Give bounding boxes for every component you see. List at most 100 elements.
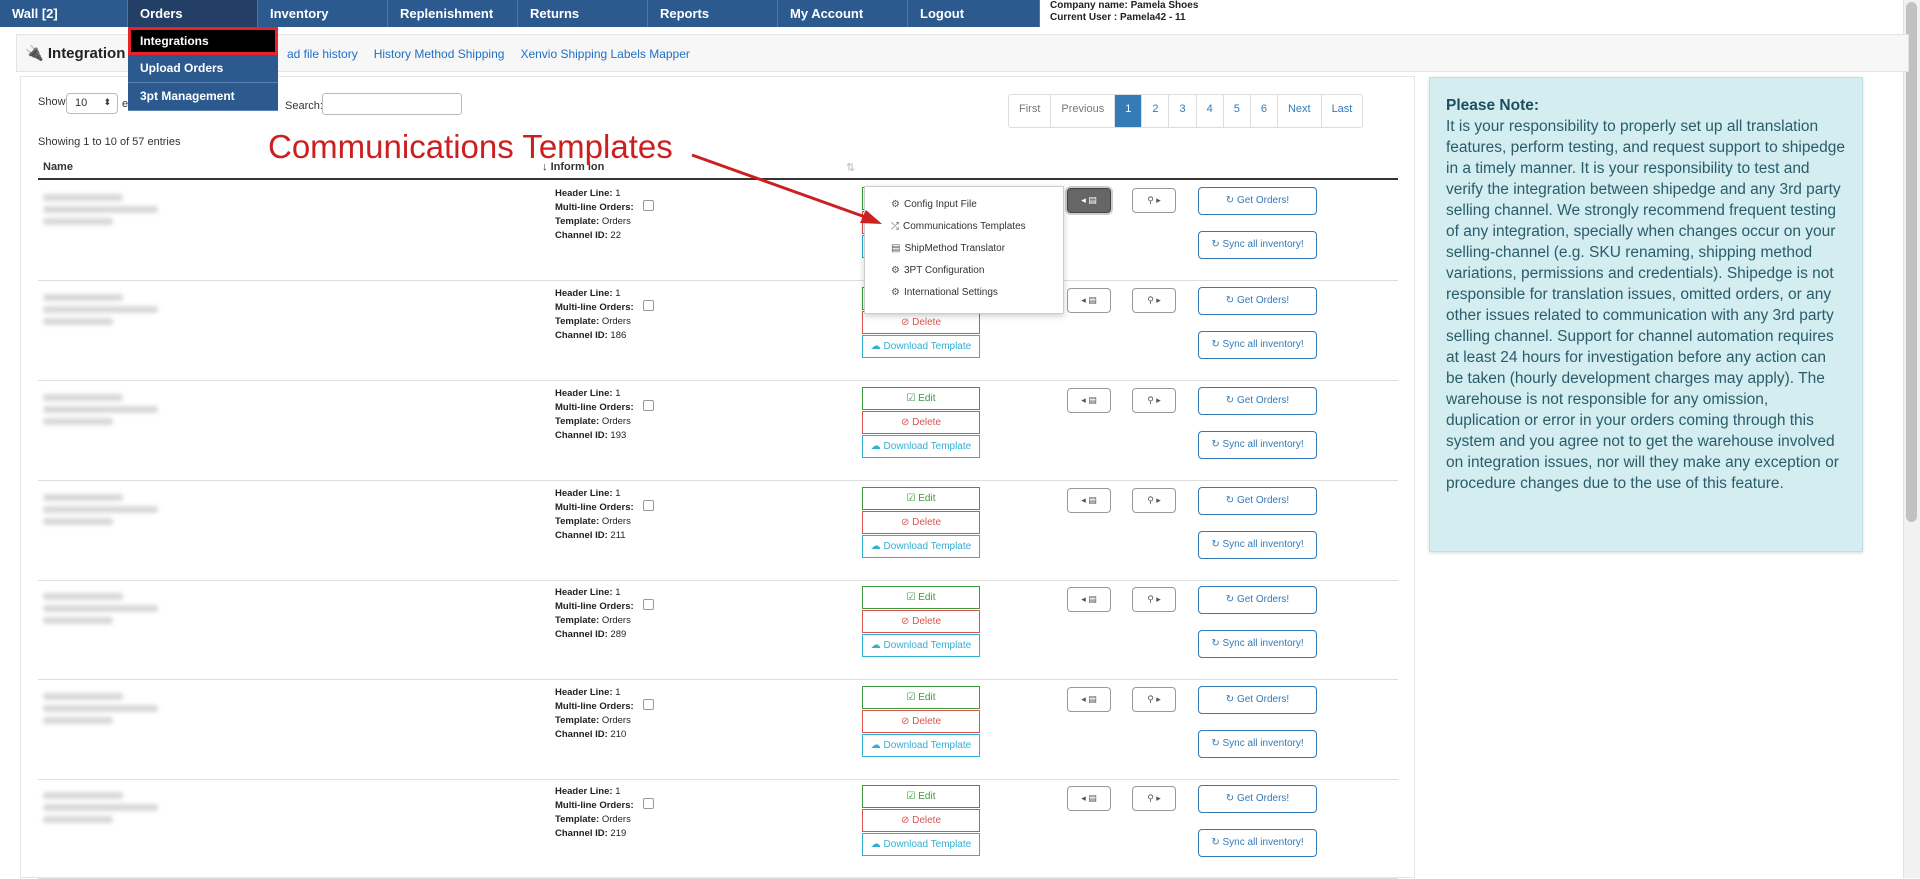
nav-returns[interactable]: Returns [518,0,648,27]
download-template-button[interactable]: ☁ Download Template [862,833,980,856]
sync-inventory-button[interactable]: ↻ Sync all inventory! [1198,829,1317,857]
link-history-method-shipping[interactable]: History Method Shipping [374,47,505,61]
nav-wall[interactable]: Wall [2] [0,0,128,27]
download-template-button[interactable]: ☁ Download Template [862,734,980,757]
company-info: Company name: Pamela Shoes Current User … [1050,0,1198,24]
show-label: Show [38,96,66,108]
delete-button[interactable]: ⊘ Delete [862,511,980,534]
download-template-button[interactable]: ☁ Download Template [862,435,980,458]
multi-line-checkbox[interactable] [643,200,654,211]
menu-item-upload-orders[interactable]: Upload Orders [128,55,278,83]
link-xenvio-shipping-labels-mapper[interactable]: Xenvio Shipping Labels Mapper [520,47,689,61]
column-name[interactable]: Name [43,161,73,173]
page-first[interactable]: First [1009,95,1052,127]
nav-my-account[interactable]: My Account [778,0,908,27]
edit-button[interactable]: ☑ Edit [862,686,980,709]
options-menu-button[interactable]: ◂ ▤ [1067,288,1111,313]
table-row: Header Line: 1 Multi-line Orders: Templa… [38,181,1398,281]
nav-reports[interactable]: Reports [648,0,778,27]
sync-inventory-button[interactable]: ↻ Sync all inventory! [1198,730,1317,758]
options-menu-button[interactable]: ◂ ▤ [1067,488,1111,513]
sync-inventory-button[interactable]: ↻ Sync all inventory! [1198,231,1317,259]
page-length-select[interactable]: 10 ⬍ [66,93,118,114]
edit-button[interactable]: ☑ Edit [862,487,980,510]
page-2[interactable]: 2 [1142,95,1170,127]
options-menu-button[interactable]: ◂ ▤ [1067,687,1111,712]
menu-config-input-file[interactable]: ⚙ Config Input File [865,195,1063,217]
menu-item-integrations[interactable]: Integrations [128,27,278,55]
delete-button[interactable]: ⊘ Delete [862,710,980,733]
page-previous[interactable]: Previous [1051,95,1116,127]
options-menu-button[interactable]: ◂ ▤ [1067,786,1111,811]
options-menu-button[interactable]: ◂ ▤ [1067,188,1111,213]
sync-inventory-button[interactable]: ↻ Sync all inventory! [1198,630,1317,658]
page-5[interactable]: 5 [1224,95,1251,127]
get-orders-button[interactable]: ↻ Get Orders! [1198,287,1317,315]
delete-button[interactable]: ⊘ Delete [862,311,980,334]
page-4[interactable]: 4 [1197,95,1224,127]
document-icon: ▤ [891,243,901,254]
nav-logout[interactable]: Logout [908,0,1040,27]
page-6[interactable]: 6 [1251,95,1278,127]
current-user: Current User : Pamela42 - 11 [1050,12,1186,23]
tools-menu-button[interactable]: ⚲ ▸ [1132,687,1176,712]
page-title: 🔌 Integration [25,45,126,62]
sync-inventory-button[interactable]: ↻ Sync all inventory! [1198,431,1317,459]
tools-menu-button[interactable]: ⚲ ▸ [1132,488,1176,513]
table-row: Header Line: 1 Multi-line Orders: Templa… [38,481,1398,581]
delete-button[interactable]: ⊘ Delete [862,411,980,434]
nav-orders[interactable]: Orders [128,0,258,27]
multi-line-checkbox[interactable] [643,798,654,809]
multi-line-checkbox[interactable] [643,699,654,710]
tools-menu-button[interactable]: ⚲ ▸ [1132,388,1176,413]
get-orders-button[interactable]: ↻ Get Orders! [1198,487,1317,515]
download-template-button[interactable]: ☁ Download Template [862,634,980,657]
download-template-button[interactable]: ☁ Download Template [862,535,980,558]
sort-icon[interactable]: ⇅ [846,161,855,174]
multi-line-checkbox[interactable] [643,599,654,610]
menu-international-settings[interactable]: ⚙ International Settings [865,283,1063,305]
menu-communications-templates[interactable]: ⤮ Communications Templates [865,217,1063,239]
table-row: Header Line: 1 Multi-line Orders: Templa… [38,779,1398,879]
page-3[interactable]: 3 [1169,95,1197,127]
page-next[interactable]: Next [1278,95,1322,127]
nav-inventory[interactable]: Inventory [258,0,388,27]
page-1[interactable]: 1 [1115,95,1143,127]
multi-line-checkbox[interactable] [643,300,654,311]
gear-icon: ⚙ [891,287,900,298]
multi-line-checkbox[interactable] [643,400,654,411]
edit-button[interactable]: ☑ Edit [862,586,980,609]
options-menu-button[interactable]: ◂ ▤ [1067,587,1111,612]
menu-item-3pt-management[interactable]: 3pt Management [128,83,278,111]
sync-inventory-button[interactable]: ↻ Sync all inventory! [1198,531,1317,559]
sync-inventory-button[interactable]: ↻ Sync all inventory! [1198,331,1317,359]
tools-menu-button[interactable]: ⚲ ▸ [1132,587,1176,612]
table-row: Header Line: 1 Multi-line Orders: Templa… [38,281,1398,381]
get-orders-button[interactable]: ↻ Get Orders! [1198,387,1317,415]
edit-button[interactable]: ☑ Edit [862,785,980,808]
page-scrollbar[interactable] [1903,0,1920,878]
nav-replenishment[interactable]: Replenishment [388,0,518,27]
get-orders-button[interactable]: ↻ Get Orders! [1198,187,1317,215]
get-orders-button[interactable]: ↻ Get Orders! [1198,586,1317,614]
get-orders-button[interactable]: ↻ Get Orders! [1198,785,1317,813]
page-last[interactable]: Last [1322,95,1363,127]
options-menu-button[interactable]: ◂ ▤ [1067,388,1111,413]
scrollbar-thumb[interactable] [1906,2,1917,522]
download-template-button[interactable]: ☁ Download Template [862,335,980,358]
edit-button[interactable]: ☑ Edit [862,387,980,410]
link-file-history[interactable]: ad file history [287,47,358,61]
multi-line-checkbox[interactable] [643,500,654,511]
integration-info: Header Line: 1 Multi-line Orders: Templa… [555,388,634,441]
delete-button[interactable]: ⊘ Delete [862,809,980,832]
tools-menu-button[interactable]: ⚲ ▸ [1132,188,1176,213]
tools-menu-button[interactable]: ⚲ ▸ [1132,786,1176,811]
menu-3pt-configuration[interactable]: ⚙ 3PT Configuration [865,261,1063,283]
get-orders-button[interactable]: ↻ Get Orders! [1198,686,1317,714]
tools-menu-button[interactable]: ⚲ ▸ [1132,288,1176,313]
search-label: Search: [285,100,323,112]
table-row: Header Line: 1 Multi-line Orders: Templa… [38,580,1398,680]
delete-button[interactable]: ⊘ Delete [862,610,980,633]
menu-shipmethod-translator[interactable]: ▤ ShipMethod Translator [865,239,1063,261]
search-input[interactable] [322,93,462,115]
